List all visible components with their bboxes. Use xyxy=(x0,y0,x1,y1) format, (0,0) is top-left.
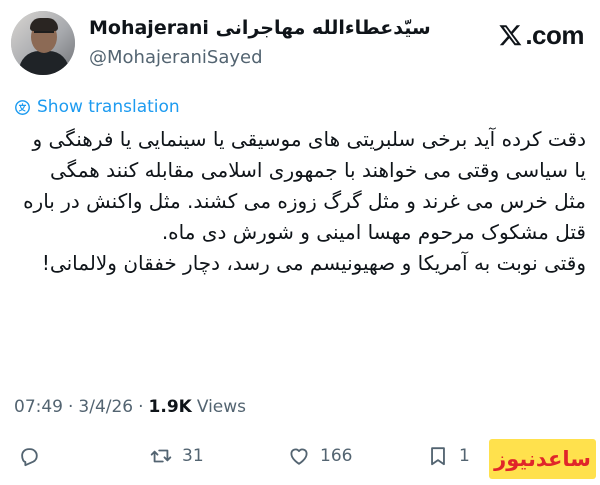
globe-icon xyxy=(15,99,30,115)
x-logo-icon xyxy=(499,25,522,46)
heart-icon xyxy=(290,448,308,465)
tweet-date[interactable]: 3/4/26 xyxy=(78,397,133,417)
meta-separator: · xyxy=(138,397,144,417)
bookmark-count: 1 xyxy=(459,446,470,466)
avatar[interactable] xyxy=(11,11,75,75)
tweet-meta: 07:49 · 3/4/26 · 1.9K Views xyxy=(14,397,246,417)
tweet-paragraph: دقت کرده آید برخی سلبریتی های موسیقی یا … xyxy=(23,127,586,244)
tweet-time[interactable]: 07:49 xyxy=(14,397,63,417)
views-count[interactable]: 1.9K xyxy=(149,397,192,417)
bookmark-icon xyxy=(431,447,445,466)
display-name[interactable]: Mohajerani سیّدعطاءالله مهاجرانی xyxy=(89,17,431,39)
avatar-glasses xyxy=(34,31,54,36)
like-count: 166 xyxy=(320,446,353,466)
like-button[interactable]: 166 xyxy=(288,440,352,472)
reply-button[interactable] xyxy=(18,440,40,472)
repost-button[interactable]: 31 xyxy=(150,440,204,472)
tweet-text: دقت کرده آید برخی سلبریتی های موسیقی یا … xyxy=(16,124,586,279)
tweet-paragraph: وقتی نوبت به آمریکا و صهیونیسم می رسد، د… xyxy=(41,251,586,275)
repost-count: 31 xyxy=(182,446,204,466)
views-label: Views xyxy=(196,397,247,417)
reply-icon xyxy=(21,448,38,467)
repost-icon xyxy=(150,449,172,463)
watermark-logo: ساعدنیوز xyxy=(489,439,596,479)
brand-text: .com xyxy=(525,19,584,50)
show-translation-link[interactable]: Show translation xyxy=(14,95,180,119)
x-brand: .com xyxy=(498,20,584,50)
show-translation-label: Show translation xyxy=(37,97,180,117)
avatar-body xyxy=(19,51,69,75)
avatar-hair xyxy=(30,18,58,31)
meta-separator: · xyxy=(68,397,74,417)
bookmark-button[interactable]: 1 xyxy=(427,440,470,472)
tweet-header: Mohajerani سیّدعطاءالله مهاجرانی @Mohaje… xyxy=(0,0,600,86)
user-handle[interactable]: @MohajeraniSayed xyxy=(89,47,263,68)
